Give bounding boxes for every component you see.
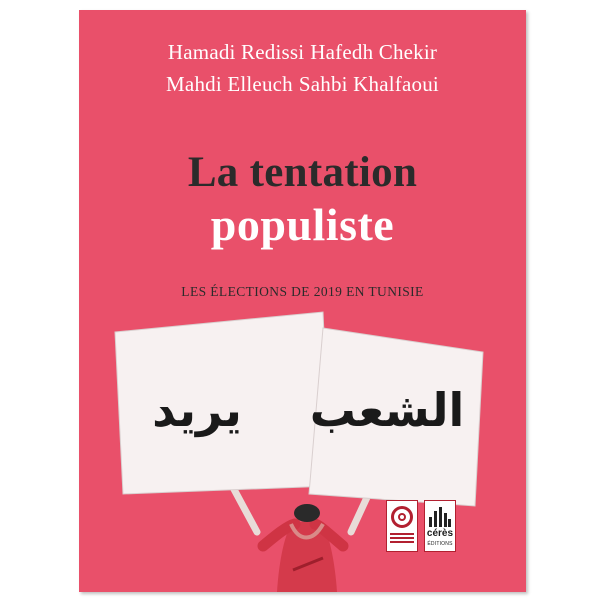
publisher-brand: cérès bbox=[426, 528, 454, 539]
book-subtitle: LES ÉLECTIONS DE 2019 EN TUNISIE bbox=[181, 284, 424, 299]
book-cover: Hamadi Redissi Hafedh Chekir Mahdi Elleuc… bbox=[79, 10, 526, 592]
author-name: Hamadi Redissi bbox=[167, 40, 305, 64]
protester-figure bbox=[257, 504, 349, 592]
observatory-logo-icon bbox=[386, 500, 418, 552]
page: Hamadi Redissi Hafedh Chekir Mahdi Elleuc… bbox=[0, 0, 600, 600]
placard-left-text: يريد bbox=[152, 383, 242, 437]
protester-illustration: يريد الشعب bbox=[114, 311, 484, 592]
publisher-sub: ÉDITIONS bbox=[427, 541, 453, 547]
book-title-line-2: populiste bbox=[210, 199, 395, 250]
placard-right-text: الشعب bbox=[310, 383, 465, 437]
author-name: Mahdi Elleuch bbox=[166, 72, 293, 96]
book-title-line-1: La tentation bbox=[187, 149, 418, 196]
authors-line-2: Mahdi Elleuch Sahbi Khalfaoui bbox=[79, 72, 526, 97]
authors-line-1: Hamadi Redissi Hafedh Chekir bbox=[79, 40, 526, 65]
ceres-logo-icon: cérès ÉDITIONS bbox=[424, 500, 456, 552]
author-name: Sahbi Khalfaoui bbox=[298, 72, 439, 96]
author-name: Hafedh Chekir bbox=[310, 40, 438, 64]
